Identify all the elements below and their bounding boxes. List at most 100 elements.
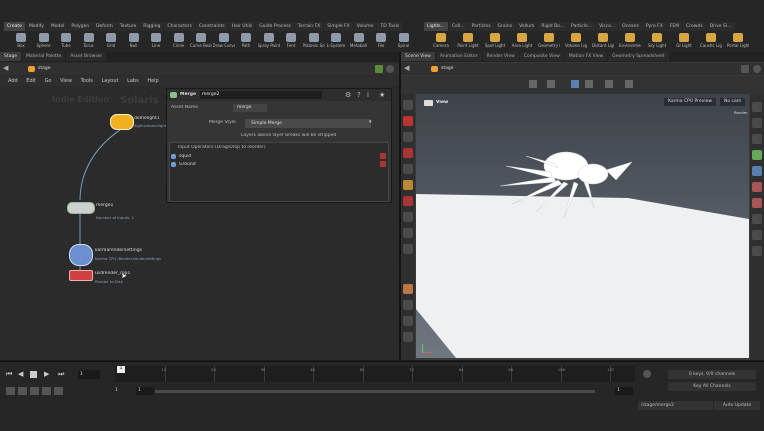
- jump-start-icon[interactable]: ⏮: [6, 370, 12, 379]
- points-icon[interactable]: [752, 134, 762, 144]
- shelf-tab-crowds[interactable]: Crowds: [683, 22, 706, 31]
- input-row-ground[interactable]: Ground: [170, 161, 388, 169]
- shelf-tab-terrain-fx[interactable]: Terrain FX: [294, 22, 324, 31]
- pin-icon[interactable]: [741, 65, 749, 73]
- shelf-tab-drive-si-[interactable]: Drive Si...: [706, 22, 735, 31]
- ghost-icon[interactable]: [547, 80, 555, 88]
- stop-icon[interactable]: [30, 371, 37, 378]
- realtime-icon[interactable]: [6, 387, 15, 395]
- loop-icon[interactable]: [30, 387, 39, 395]
- shelf-tab-texture[interactable]: Texture: [116, 22, 140, 31]
- shelf-tab-constraints[interactable]: Constraints: [195, 22, 228, 31]
- tool-curve-bezier[interactable]: Curve Bezier: [190, 31, 212, 53]
- shelf-tab-particle-[interactable]: Particle...: [568, 22, 596, 31]
- tool-distant-light[interactable]: Distant Light: [592, 31, 614, 53]
- shelf-tab-polygon[interactable]: Polygon: [68, 22, 93, 31]
- tool-font[interactable]: Font: [280, 31, 302, 53]
- snap-tool-icon[interactable]: [403, 212, 413, 222]
- tool-geometry-light[interactable]: Geometry Light: [538, 31, 560, 53]
- render-icon[interactable]: [605, 80, 613, 88]
- shelf-tab-vellum[interactable]: Vellum: [516, 22, 538, 31]
- bounds-icon[interactable]: [752, 198, 762, 208]
- tool-file[interactable]: File: [370, 31, 392, 53]
- magnet-tool-icon[interactable]: [403, 196, 413, 206]
- tool-sky-light[interactable]: Sky Light: [646, 31, 668, 53]
- display-icon[interactable]: [529, 80, 537, 88]
- key-all-channels-button[interactable]: Key All Channels: [668, 382, 756, 391]
- tool-metaball[interactable]: Metaball: [348, 31, 370, 53]
- pin-icon-param[interactable]: ★: [379, 91, 385, 99]
- shelf-tab-volume[interactable]: Volume: [353, 22, 377, 31]
- background-icon[interactable]: [752, 246, 762, 256]
- handle-tool-icon[interactable]: [403, 164, 413, 174]
- tool-line[interactable]: Line: [145, 31, 167, 53]
- shelf-tab-oceans[interactable]: Oceans: [619, 22, 642, 31]
- shelf-tab-deform[interactable]: Deform: [93, 22, 116, 31]
- tab-render-view[interactable]: Render View: [482, 52, 519, 61]
- viewport[interactable]: View Karma CPU Preview No cam Render: [416, 94, 749, 358]
- shelf-tab-td-tools[interactable]: TD Tools: [377, 22, 403, 31]
- tool-camera[interactable]: Camera: [430, 31, 452, 53]
- shelf-tab-characters[interactable]: Characters: [164, 22, 195, 31]
- scene-path[interactable]: stage: [441, 66, 454, 71]
- shelf-tab-modify[interactable]: Modify: [25, 22, 47, 31]
- shelf-tab-model[interactable]: Model: [47, 22, 68, 31]
- key-icon[interactable]: [643, 370, 651, 378]
- shelf-tab-guide-process[interactable]: Guide Process: [256, 22, 294, 31]
- primitives-icon[interactable]: [752, 166, 762, 176]
- snapshot-icon[interactable]: [625, 80, 633, 88]
- normals-icon[interactable]: [752, 150, 762, 160]
- global-settings-icon[interactable]: [54, 387, 63, 395]
- asset-name-field[interactable]: merge: [233, 104, 267, 112]
- measure-tool-icon[interactable]: [403, 316, 413, 326]
- wireframe-icon[interactable]: [752, 102, 762, 112]
- tool-volume-light[interactable]: Volume Light: [565, 31, 587, 53]
- info-icon[interactable]: i: [367, 91, 369, 99]
- current-frame-field[interactable]: 1: [78, 370, 100, 379]
- gear-icon[interactable]: ⚙: [345, 91, 351, 99]
- node-merge[interactable]: [67, 202, 95, 214]
- tool-grid[interactable]: Grid: [100, 31, 122, 53]
- input-row-squid[interactable]: squid: [170, 153, 388, 161]
- tool-area-light[interactable]: Area Light: [511, 31, 533, 53]
- auto-update-menu[interactable]: Auto Update: [714, 401, 760, 410]
- origin-icon[interactable]: [752, 214, 762, 224]
- node-karmarendersettings[interactable]: [69, 244, 93, 266]
- tool-environment-light[interactable]: Environment Light: [619, 31, 641, 53]
- tool-box[interactable]: Box: [10, 31, 32, 53]
- tool-torus[interactable]: Torus: [78, 31, 100, 53]
- pane-divider[interactable]: [399, 52, 401, 360]
- jump-end-icon[interactable]: ⏭: [58, 370, 64, 379]
- start-frame-field[interactable]: 1: [115, 387, 127, 395]
- shelf-tab-visco-[interactable]: Visco...: [596, 22, 619, 31]
- merge-style-select[interactable]: Simple Merge: [245, 119, 371, 128]
- shelf-tab-pyro-fx[interactable]: Pyro FX: [642, 22, 666, 31]
- audio-icon[interactable]: [18, 387, 27, 395]
- tool-sphere[interactable]: Sphere: [33, 31, 55, 53]
- tool-point-light[interactable]: Point Light: [457, 31, 479, 53]
- shelf-tab-coll-[interactable]: Coll...: [448, 22, 468, 31]
- select-tool-icon[interactable]: [403, 100, 413, 110]
- rotate-tool-icon[interactable]: [403, 132, 413, 142]
- settings-icon[interactable]: [753, 65, 761, 73]
- tool-spot-light[interactable]: Spot Light: [484, 31, 506, 53]
- safe-area-icon[interactable]: [752, 230, 762, 240]
- grid-tool-icon[interactable]: [403, 332, 413, 342]
- camera-menu[interactable]: No cam: [720, 98, 746, 106]
- tab-motion-fx-view[interactable]: Motion FX View: [564, 52, 608, 61]
- range-start-field[interactable]: 1: [136, 387, 154, 395]
- shelf-tab-grains[interactable]: Grains: [494, 22, 516, 31]
- shelf-tab-particles[interactable]: Particles: [468, 22, 494, 31]
- tool-spray-paint[interactable]: Spray Paint: [258, 31, 280, 53]
- tool-l-system[interactable]: L-System: [325, 31, 347, 53]
- shelf-tab-fem[interactable]: FEM: [666, 22, 683, 31]
- param-node-name[interactable]: merge2: [200, 91, 322, 99]
- lights-icon[interactable]: [585, 80, 593, 88]
- range-end-field[interactable]: 1: [615, 387, 633, 395]
- step-back-icon[interactable]: ◀: [18, 370, 23, 378]
- tool-circle[interactable]: Circle: [168, 31, 190, 53]
- tool-platonic-solids[interactable]: Platonic Solids: [303, 31, 325, 53]
- back-arrow-icon[interactable]: ◀: [404, 64, 409, 72]
- shelf-tab-simple-fx[interactable]: Simple FX: [324, 22, 353, 31]
- pose-tool-icon[interactable]: [403, 244, 413, 254]
